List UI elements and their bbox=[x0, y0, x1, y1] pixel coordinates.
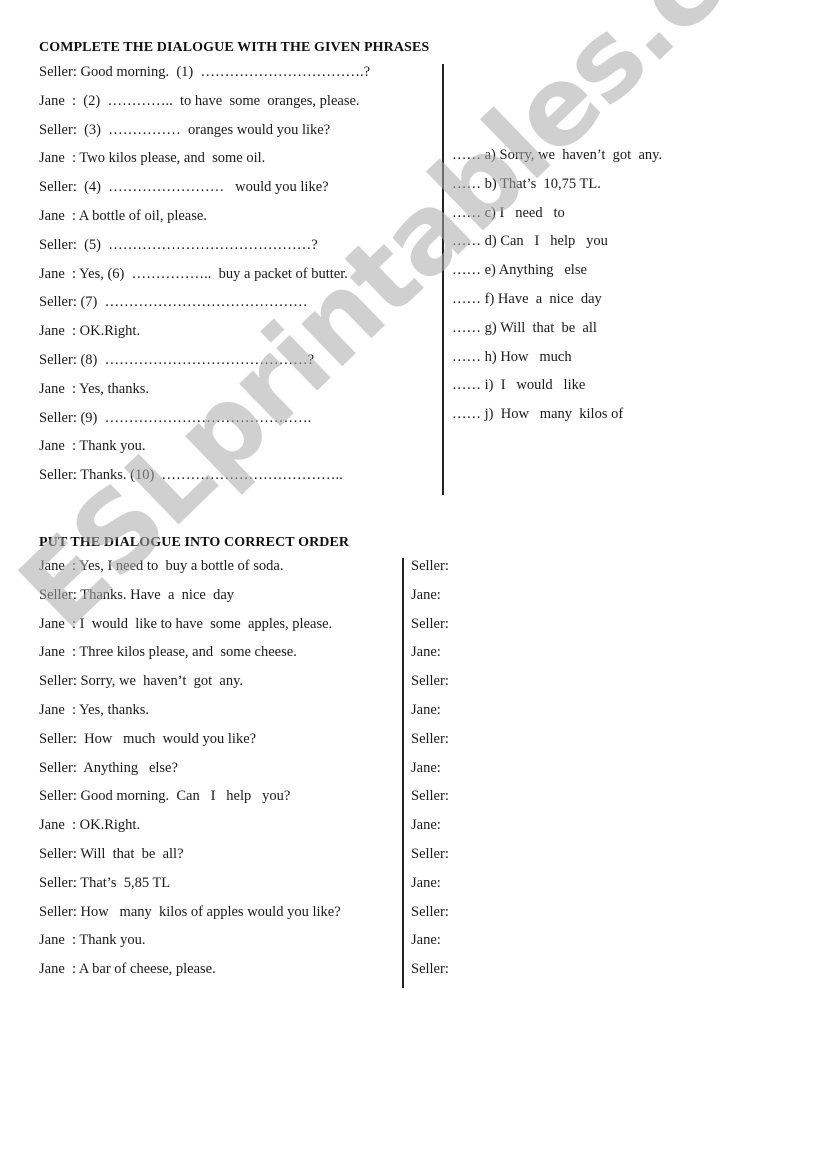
scrambled-line: Seller: How many kilos of apples would y… bbox=[39, 903, 341, 920]
scrambled-line: Seller: That’s 5,85 TL bbox=[39, 874, 171, 891]
scrambled-line: Jane : Yes, I need to buy a bottle of so… bbox=[39, 558, 284, 574]
dialogue-line: Seller: (3) …………… oranges would you like… bbox=[39, 121, 331, 138]
scrambled-line: Seller: Anything else? bbox=[39, 759, 178, 776]
scrambled-line: Jane : Thank you. bbox=[39, 932, 146, 949]
scrambled-line: Jane : Three kilos please, and some chee… bbox=[39, 644, 297, 661]
answer-speaker-label: Jane: bbox=[411, 702, 441, 718]
answer-speaker-label: Jane: bbox=[411, 586, 441, 603]
answer-speaker-label: Seller: bbox=[411, 558, 449, 574]
dialogue-line: Jane : OK.Right. bbox=[39, 323, 141, 340]
answer-speaker-label: Seller: bbox=[411, 961, 449, 978]
dialogue-line: Jane : Yes, (6) …………….. buy a packet of … bbox=[39, 265, 348, 282]
phrase-item: …… c) I need to bbox=[452, 204, 565, 221]
answer-speaker-label: Seller: bbox=[411, 788, 449, 805]
answer-speaker-label: Jane: bbox=[411, 874, 441, 891]
dialogue-line: Seller: (9) ……………………………………. bbox=[39, 409, 312, 426]
answer-speaker-label: Jane: bbox=[411, 759, 441, 776]
section1-heading: COMPLETE THE DIALOGUE WITH THE GIVEN PHR… bbox=[39, 40, 430, 55]
dialogue-line: Jane : A bottle of oil, please. bbox=[39, 208, 207, 224]
dialogue-line: Jane : Thank you. bbox=[39, 438, 146, 455]
phrase-item: …… f) Have a nice day bbox=[452, 291, 602, 307]
answer-speaker-label: Seller: bbox=[411, 730, 449, 747]
phrase-item: …… g) Will that be all bbox=[452, 319, 597, 336]
scrambled-line: Jane : A bar of cheese, please. bbox=[39, 961, 216, 978]
answer-speaker-label: Seller: bbox=[411, 903, 449, 920]
dialogue-line: Jane : Two kilos please, and some oil. bbox=[39, 150, 266, 167]
section1-divider bbox=[442, 64, 444, 495]
dialogue-line: Jane : (2) ………….. to have some oranges, … bbox=[39, 92, 360, 109]
section2-heading: PUT THE DIALOGUE INTO CORRECT ORDER bbox=[39, 535, 350, 550]
dialogue-line: Seller: (4) …………………… would you like? bbox=[39, 179, 329, 196]
phrase-item: …… e) Anything else bbox=[452, 262, 587, 279]
answer-speaker-label: Seller: bbox=[411, 615, 449, 632]
dialogue-line: Seller: (8) ……………………………………? bbox=[39, 352, 315, 368]
scrambled-line: Seller: Good morning. Can I help you? bbox=[39, 788, 291, 805]
phrase-item: …… d) Can I help you bbox=[452, 233, 608, 250]
dialogue-line: Jane : Yes, thanks. bbox=[39, 380, 149, 397]
scrambled-line: Jane : Yes, thanks. bbox=[39, 702, 149, 718]
answer-speaker-label: Jane: bbox=[411, 817, 441, 834]
phrase-item: …… j) How many kilos of bbox=[452, 406, 624, 423]
phrase-item: …… b) That’s 10,75 TL. bbox=[452, 175, 601, 192]
scrambled-line: Jane : OK.Right. bbox=[39, 817, 141, 834]
answer-speaker-label: Seller: bbox=[411, 846, 449, 862]
scrambled-line: Seller: Will that be all? bbox=[39, 846, 184, 862]
section2-divider bbox=[402, 558, 404, 988]
dialogue-line: Seller: (5) ……………………………………? bbox=[39, 236, 318, 253]
scrambled-line: Seller: Thanks. Have a nice day bbox=[39, 586, 235, 603]
answer-speaker-label: Seller: bbox=[411, 673, 449, 690]
scrambled-line: Seller: Sorry, we haven’t got any. bbox=[39, 673, 244, 690]
dialogue-line: Seller: Good morning. (1) …………………………….? bbox=[39, 64, 371, 80]
phrase-item: …… i) I would like bbox=[452, 377, 586, 394]
scrambled-line: Seller: How much would you like? bbox=[39, 730, 257, 747]
answer-speaker-label: Jane: bbox=[411, 644, 441, 661]
dialogue-line: Seller: (7) …………………………………… bbox=[39, 294, 308, 311]
phrase-item: …… h) How much bbox=[452, 348, 572, 365]
answer-speaker-label: Jane: bbox=[411, 932, 441, 949]
phrase-item: …… a) Sorry, we haven’t got any. bbox=[452, 147, 663, 163]
scrambled-line: Jane : I would like to have some apples,… bbox=[39, 615, 333, 632]
dialogue-line: Seller: Thanks. (10) ……………………………….. bbox=[39, 467, 343, 484]
